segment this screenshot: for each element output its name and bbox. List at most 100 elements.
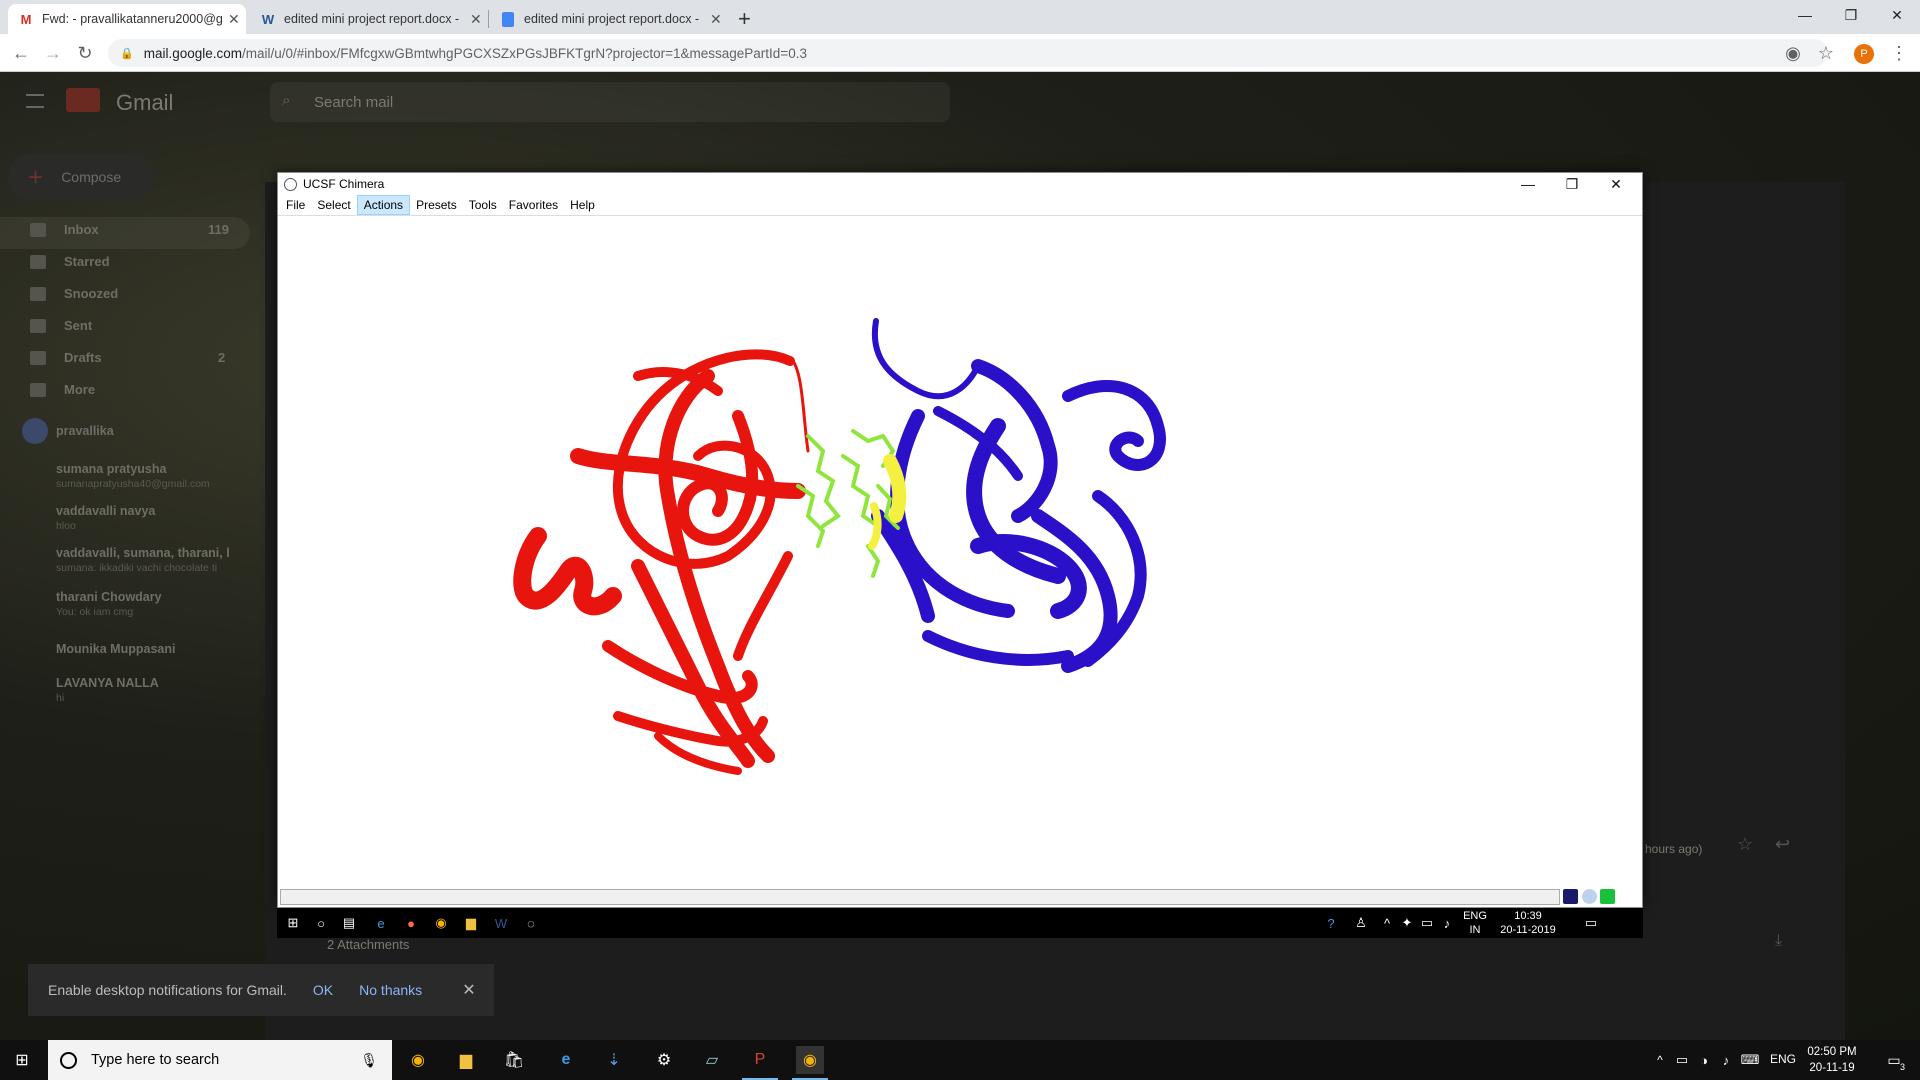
new-tab-button[interactable]: +: [738, 6, 751, 32]
nav-label: Sent: [64, 318, 93, 333]
chat-item[interactable]: sumana pratyusha sumanapratyusha40@gmail.…: [56, 462, 210, 490]
menu-actions[interactable]: Actions: [356, 195, 411, 215]
tab-docs-doc[interactable]: edited mini project report.docx - ✕: [490, 4, 728, 34]
chat-item[interactable]: Mounika Muppasani: [56, 642, 175, 656]
menu-select[interactable]: Select: [311, 196, 356, 214]
lightning-icon[interactable]: [1563, 889, 1578, 904]
menu-favorites[interactable]: Favorites: [503, 196, 564, 214]
profile-avatar[interactable]: P: [1854, 44, 1874, 64]
toast-no-thanks-button[interactable]: No thanks: [359, 982, 422, 998]
nav-inbox[interactable]: Inbox 119: [30, 222, 229, 237]
search-placeholder: Type here to search: [91, 1052, 220, 1068]
task-view-icon[interactable]: ▤: [339, 913, 359, 933]
volume-icon[interactable]: ♪: [1437, 913, 1457, 933]
nav-drafts[interactable]: Drafts 2: [30, 350, 225, 365]
microphone-icon[interactable]: 🎙: [360, 1052, 378, 1069]
close-icon[interactable]: ✕: [228, 11, 240, 28]
keyboard-icon[interactable]: ⌨: [1736, 1046, 1764, 1074]
notification-icon[interactable]: ▭: [1581, 913, 1601, 933]
input-language[interactable]: ENG: [1770, 1052, 1796, 1066]
word-icon: W: [261, 11, 275, 27]
windows-start-icon[interactable]: ⊞: [283, 913, 303, 933]
close-icon[interactable]: ✕: [470, 11, 482, 28]
menu-tools[interactable]: Tools: [463, 196, 503, 214]
tab-gmail[interactable]: M Fwd: - pravallikatanneru2000@g ✕: [8, 4, 246, 34]
cortana-icon[interactable]: ○: [311, 913, 331, 933]
chevron-up-icon[interactable]: ^: [1377, 913, 1397, 933]
chrome-menu-icon[interactable]: ⋮: [1888, 42, 1910, 64]
window-close-button[interactable]: ✕: [1874, 0, 1920, 30]
compose-button[interactable]: + Compose: [8, 154, 153, 200]
lock-icon: 🔒: [120, 47, 134, 60]
minimize-button[interactable]: —: [1782, 0, 1828, 30]
gmail-search-box[interactable]: ⌕ Search mail: [270, 82, 950, 122]
reply-icon[interactable]: ↩: [1775, 834, 1790, 855]
notepad-icon[interactable]: ▱: [698, 1046, 726, 1074]
hangouts-user[interactable]: pravallika: [22, 418, 114, 444]
chrome-active-icon[interactable]: ◉: [796, 1046, 824, 1074]
menu-help[interactable]: Help: [564, 196, 601, 214]
store-icon[interactable]: 🛍: [500, 1046, 528, 1074]
help-icon[interactable]: ?: [1321, 913, 1341, 933]
powerpoint-icon[interactable]: P: [746, 1046, 774, 1074]
restore-button[interactable]: ❐: [1552, 173, 1592, 195]
nav-sent[interactable]: Sent: [30, 318, 92, 333]
gmail-logo-icon: [66, 88, 100, 112]
tab-word-doc[interactable]: W edited mini project report.docx - ✕: [250, 4, 488, 34]
chat-sub: hloo: [56, 520, 76, 532]
star-icon[interactable]: ☆: [1737, 834, 1753, 855]
chat-item[interactable]: vaddavalli navya hloo: [56, 504, 155, 532]
edge-icon[interactable]: e: [552, 1046, 580, 1074]
nav-more[interactable]: More: [30, 382, 95, 397]
close-icon[interactable]: ✕: [462, 980, 475, 1000]
inner-clock[interactable]: 10:39 20-11-2019: [1493, 909, 1563, 937]
time-ago: hours ago): [1645, 842, 1703, 856]
tab-divider: [488, 10, 489, 28]
dropbox-icon[interactable]: ✦: [1397, 913, 1417, 933]
forward-button[interactable]: →: [42, 42, 64, 64]
info-icon[interactable]: [1582, 889, 1597, 904]
chimera-menu-bar: File Select Actions Presets Tools Favori…: [278, 195, 1642, 215]
nav-label: Starred: [64, 254, 110, 269]
minimize-button[interactable]: —: [1508, 173, 1548, 195]
eye-icon[interactable]: ◉: [1782, 42, 1804, 64]
word-icon[interactable]: W: [491, 913, 511, 933]
file-explorer-icon[interactable]: ▆: [461, 913, 481, 933]
chimera-taskbar-icon[interactable]: ◌: [521, 913, 541, 933]
nav-snoozed[interactable]: Snoozed: [30, 286, 118, 301]
command-line-icon[interactable]: [1600, 889, 1615, 904]
bookmark-star-icon[interactable]: ☆: [1815, 42, 1837, 64]
restore-button[interactable]: ❐: [1828, 0, 1874, 30]
menu-file[interactable]: File: [280, 196, 311, 214]
nav-label: Drafts: [64, 350, 102, 365]
close-button[interactable]: ✕: [1596, 173, 1636, 195]
chrome-icon[interactable]: ◉: [431, 913, 451, 933]
taskbar-clock[interactable]: 02:50 PM 20-11-19: [1800, 1044, 1864, 1076]
close-icon[interactable]: ✕: [710, 11, 722, 28]
hamburger-menu-icon[interactable]: [26, 94, 44, 108]
chat-item[interactable]: vaddavalli, sumana, tharani, l sumana: ik…: [56, 546, 230, 574]
onedrive-sync-icon[interactable]: ⇣: [600, 1046, 628, 1074]
download-icon[interactable]: ⤓: [1775, 932, 1782, 950]
star-icon: [30, 254, 46, 269]
chrome-icon[interactable]: ◉: [404, 1046, 432, 1074]
molecule-viewer[interactable]: [278, 215, 1642, 883]
toast-ok-button[interactable]: OK: [313, 982, 333, 998]
reload-button[interactable]: ↻: [74, 42, 96, 64]
settings-gear-icon[interactable]: ⚙: [650, 1046, 678, 1074]
input-language[interactable]: ENG IN: [1455, 909, 1495, 937]
people-icon[interactable]: ♙: [1351, 913, 1371, 933]
windows-start-icon[interactable]: ⊞: [8, 1046, 36, 1074]
taskbar-search-box[interactable]: Type here to search 🎙: [48, 1040, 392, 1080]
clock-date: 20-11-2019: [1500, 924, 1556, 936]
nav-starred[interactable]: Starred: [30, 254, 110, 269]
menu-presets[interactable]: Presets: [410, 196, 463, 214]
file-explorer-icon[interactable]: ▆: [452, 1046, 480, 1074]
tab-label: edited mini project report.docx -: [284, 12, 460, 26]
back-button[interactable]: ←: [10, 42, 32, 64]
chat-item[interactable]: tharani Chowdary You: ok iam cmg: [56, 590, 162, 618]
chat-item[interactable]: LAVANYA NALLA hi: [56, 676, 159, 704]
firefox-icon[interactable]: ●: [401, 913, 421, 933]
address-bar[interactable]: 🔒 mail.google.com /mail/u/0/#inbox/FMfcg…: [108, 39, 1828, 67]
edge-icon[interactable]: e: [371, 913, 391, 933]
